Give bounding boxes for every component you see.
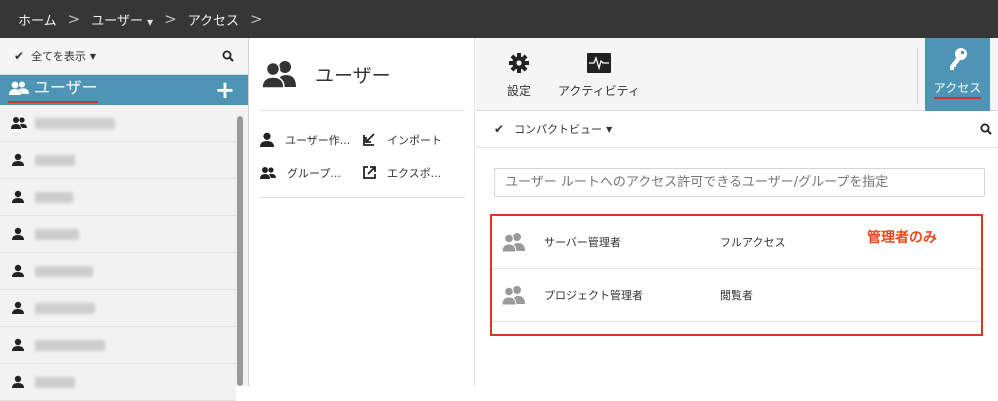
- blurred-name: [35, 191, 73, 203]
- list-item[interactable]: [0, 364, 236, 401]
- search-icon[interactable]: [222, 50, 234, 62]
- users-icon: [260, 166, 276, 179]
- chevron-right-icon: >: [250, 10, 263, 28]
- search-icon[interactable]: [980, 123, 992, 135]
- users-action-panel: ユーザー ユーザー作... インポート グループ... エクスポ...: [250, 38, 475, 386]
- list-item[interactable]: [0, 142, 236, 179]
- list-item[interactable]: [0, 216, 236, 253]
- check-icon: ✔: [14, 49, 25, 63]
- list-item[interactable]: [0, 253, 236, 290]
- user-group-input[interactable]: [494, 168, 985, 197]
- scrollbar[interactable]: [237, 116, 243, 386]
- user-icon: [12, 338, 24, 351]
- chevron-right-icon: >: [164, 10, 177, 28]
- access-list: サーバー管理者 フルアクセス プロジェクト管理者 閲覧者 管理者のみ: [490, 214, 983, 336]
- user-icon: [12, 375, 24, 388]
- show-all-filter[interactable]: ✔ 全てを表示 ▼: [0, 38, 248, 75]
- entry-name: プロジェクト管理者: [544, 289, 643, 302]
- tab-bar: 設定 アクティビティ アクセス: [476, 38, 998, 111]
- view-label: コンパクトビュー: [514, 123, 603, 136]
- entry-name: サーバー管理者: [544, 236, 621, 249]
- list-item[interactable]: [0, 179, 236, 216]
- entry-permission: 閲覧者: [720, 289, 753, 302]
- breadcrumb-users[interactable]: ユーザー ▼: [91, 10, 153, 29]
- users-icon: [9, 81, 29, 95]
- list-item[interactable]: [0, 327, 236, 364]
- users-icon: [501, 233, 525, 252]
- divider: [917, 48, 918, 104]
- breadcrumb-access[interactable]: アクセス: [188, 10, 239, 29]
- list-item[interactable]: [0, 105, 236, 142]
- group-button[interactable]: グループ...: [259, 165, 362, 181]
- key-icon: [949, 48, 967, 70]
- compact-view-dropdown[interactable]: ✔ コンパクトビュー ▼: [476, 111, 998, 148]
- page-title: ユーザー: [315, 64, 391, 87]
- caret-down-icon: ▼: [89, 51, 96, 61]
- breadcrumb-home[interactable]: ホーム: [18, 10, 57, 29]
- activity-icon: [586, 53, 611, 73]
- filter-label: 全てを表示: [31, 50, 86, 63]
- check-icon: ✔: [494, 122, 505, 136]
- user-list: [0, 105, 236, 401]
- blurred-name: [35, 265, 93, 277]
- detail-panel: 設定 アクティビティ アクセス ✔ コンパクトビュー ▼ ユーザー ルートへのア…: [476, 38, 998, 386]
- tab-activity[interactable]: アクティビティ: [558, 38, 640, 111]
- action-list: ユーザー作... インポート グループ... エクスポ...: [259, 111, 465, 198]
- users-icon: [11, 117, 27, 129]
- users-section-title: ユーザー: [34, 78, 98, 97]
- user-icon: [260, 132, 274, 147]
- tab-access[interactable]: アクセス: [925, 38, 990, 111]
- gear-icon: [509, 53, 529, 73]
- users-icon: [501, 286, 525, 305]
- user-icon: [12, 227, 24, 240]
- user-icon: [12, 264, 24, 277]
- list-item[interactable]: [0, 290, 236, 327]
- table-row[interactable]: プロジェクト管理者 閲覧者: [492, 269, 981, 322]
- user-icon: [12, 301, 24, 314]
- user-icon: [12, 153, 24, 166]
- entry-permission: フルアクセス: [720, 236, 786, 249]
- breadcrumb: ホーム > ユーザー ▼ > アクセス >: [0, 0, 998, 38]
- create-user-button[interactable]: ユーザー作...: [259, 132, 362, 148]
- blurred-name: [35, 228, 79, 240]
- blurred-name: [35, 117, 115, 129]
- blurred-name: [35, 154, 75, 166]
- tab-settings[interactable]: 設定: [507, 38, 531, 111]
- blurred-name: [35, 339, 105, 351]
- export-icon: [363, 166, 376, 179]
- caret-down-icon: ▼: [146, 17, 154, 27]
- caret-down-icon: ▼: [606, 124, 613, 134]
- blurred-name: [35, 302, 95, 314]
- chevron-right-icon: >: [67, 10, 81, 28]
- users-icon: [261, 61, 296, 89]
- users-section-header[interactable]: ユーザー +: [0, 75, 248, 105]
- import-icon: [363, 133, 375, 146]
- annotation-note: 管理者のみ: [867, 230, 937, 246]
- import-button[interactable]: インポート: [362, 132, 465, 148]
- user-sidebar: ✔ 全てを表示 ▼ ユーザー +: [0, 38, 249, 401]
- panel-title: ユーザー: [259, 38, 465, 111]
- user-icon: [12, 190, 24, 203]
- add-user-button[interactable]: +: [215, 76, 235, 104]
- export-button[interactable]: エクスポ...: [362, 165, 465, 181]
